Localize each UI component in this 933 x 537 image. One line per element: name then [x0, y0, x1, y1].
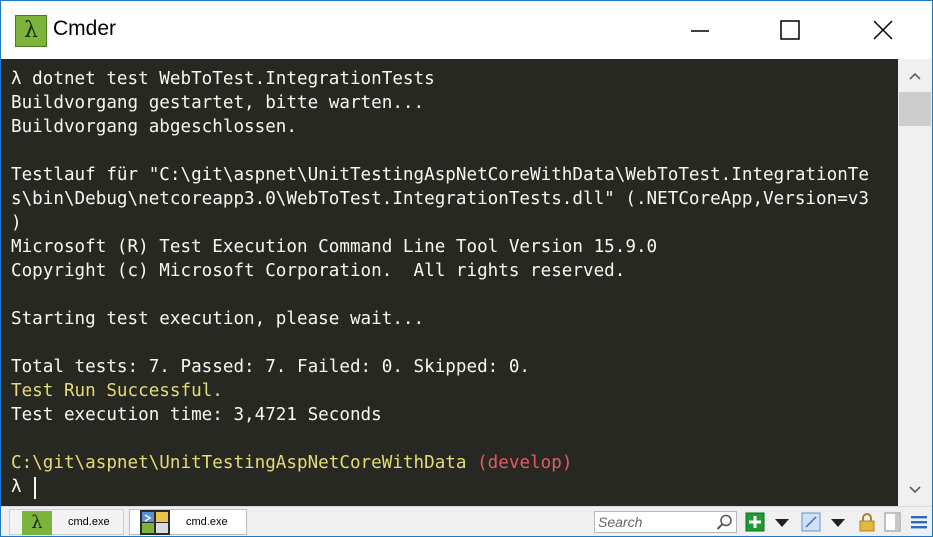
text-cursor — [34, 477, 36, 499]
lambda-icon: λ — [22, 511, 52, 535]
console-line: ) — [11, 213, 22, 233]
prompt-input-line[interactable]: λ — [11, 475, 22, 499]
maximize-icon — [780, 20, 800, 40]
console-line: Starting test execution, please wait... — [11, 309, 425, 329]
console-line: Test execution time: 3,4721 Seconds — [11, 405, 382, 425]
tab-label: cmd.exe — [186, 516, 228, 528]
prompt-line: C:\git\aspnet\UnitTestingAspNetCoreWithD… — [11, 451, 572, 475]
dropdown-arrow-icon — [831, 519, 845, 527]
search-box[interactable] — [594, 511, 737, 533]
lock-icon — [859, 513, 875, 532]
close-button[interactable] — [860, 1, 906, 59]
maximize-button[interactable] — [767, 1, 813, 59]
title-bar[interactable]: λ Cmder — [1, 1, 932, 59]
search-icon[interactable] — [716, 514, 733, 531]
cmder-window: λ Cmder λ dotnet test WebToTest.Integrat… — [0, 0, 933, 537]
scroll-mode-button[interactable] — [883, 512, 903, 532]
window-title: Cmder — [53, 17, 117, 40]
new-console-icon — [745, 512, 765, 532]
console-tab-1[interactable]: λ cmd.exe — [9, 509, 124, 535]
search-input[interactable] — [598, 514, 713, 530]
vertical-scrollbar[interactable] — [898, 59, 932, 506]
minimize-icon — [691, 30, 709, 32]
scroll-down-button[interactable] — [898, 479, 932, 501]
console-line: Testlauf für "C:\git\aspnet\UnitTestingA… — [11, 165, 869, 185]
minimize-button[interactable] — [677, 1, 723, 59]
scroll-thumb[interactable] — [899, 92, 931, 126]
new-console-dropdown[interactable] — [772, 512, 792, 532]
console-line: Copyright (c) Microsoft Corporation. All… — [11, 261, 626, 281]
scroll-up-button[interactable] — [898, 65, 932, 87]
close-icon — [873, 20, 893, 40]
console-line: Buildvorgang abgeschlossen. — [11, 117, 297, 137]
lock-button[interactable] — [857, 512, 877, 532]
prompt-symbol: λ — [11, 477, 22, 497]
chevron-down-icon — [909, 486, 921, 494]
console-tab-2[interactable]: cmd.exe — [129, 509, 247, 535]
cmd-exe-icon — [140, 510, 170, 535]
console-line: Microsoft (R) Test Execution Command Lin… — [11, 237, 658, 257]
cmder-lambda-icon[interactable]: λ — [15, 15, 47, 47]
chevron-up-icon — [909, 72, 921, 80]
console-line: λ dotnet test WebToTest.IntegrationTests — [11, 69, 435, 89]
menu-button[interactable] — [909, 512, 929, 532]
tab-label: cmd.exe — [68, 516, 110, 528]
test-result-line: Test Run Successful. — [11, 381, 223, 401]
status-bar: λ cmd.exe cmd.exe — [1, 506, 932, 536]
console-view-icon — [801, 512, 821, 532]
prompt-path: C:\git\aspnet\UnitTestingAspNetCoreWithD… — [11, 453, 467, 473]
new-console-button[interactable] — [745, 512, 765, 532]
dropdown-arrow-icon — [775, 519, 789, 527]
console-line: s\bin\Debug\netcoreapp3.0\WebToTest.Inte… — [11, 189, 869, 209]
menu-icon — [911, 516, 927, 529]
scroll-mode-icon — [884, 512, 901, 532]
console-line: Total tests: 7. Passed: 7. Failed: 0. Sk… — [11, 357, 531, 377]
console-view-button[interactable] — [801, 512, 821, 532]
console-line: Buildvorgang gestartet, bitte warten... — [11, 93, 425, 113]
view-dropdown[interactable] — [828, 512, 848, 532]
git-branch: (develop) — [477, 453, 573, 473]
console-output[interactable]: λ dotnet test WebToTest.IntegrationTests… — [1, 59, 898, 506]
